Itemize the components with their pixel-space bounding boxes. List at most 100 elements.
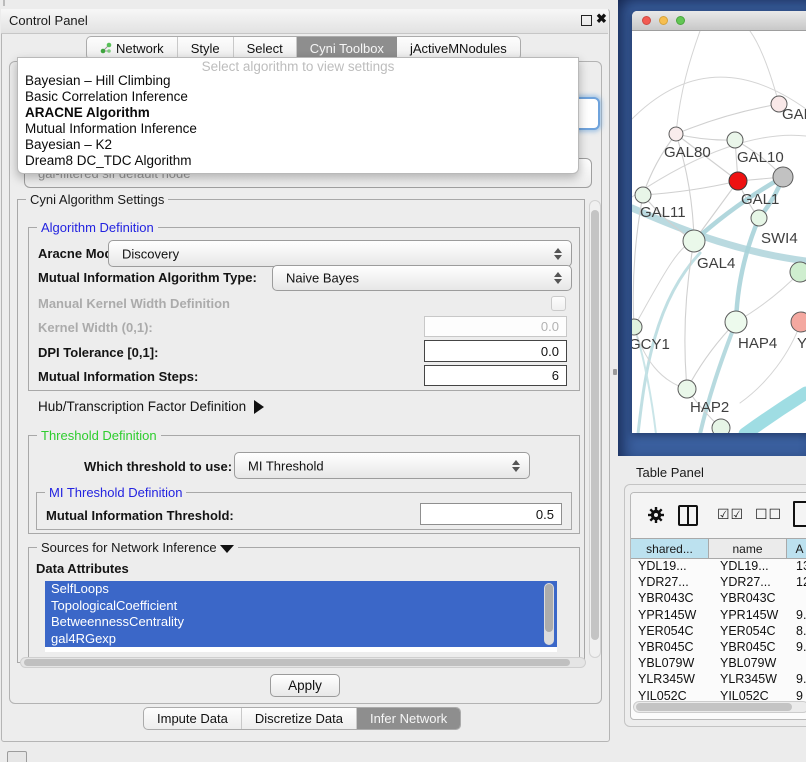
table-row[interactable]: YDR27...YDR27...12 — [631, 574, 806, 590]
export-table-icon[interactable] — [793, 501, 806, 527]
network-edge — [676, 134, 735, 140]
threshold-definition-title: Threshold Definition — [37, 428, 161, 443]
attribute-item-betweennesscentrality[interactable]: BetweennessCentrality — [45, 614, 557, 631]
algorithm-option-basic-correlation-inference[interactable]: Basic Correlation Inference — [18, 89, 578, 105]
attribute-item-topologicalcoefficient[interactable]: TopologicalCoefficient — [45, 598, 557, 615]
table-row[interactable]: YER054CYER054C8. — [631, 623, 806, 639]
tab-infer-network[interactable]: Infer Network — [357, 708, 460, 729]
docked-panel-icon[interactable] — [7, 751, 27, 762]
table-row[interactable]: YBR045CYBR045C9. — [631, 639, 806, 655]
tab-select[interactable]: Select — [234, 37, 297, 59]
table-cell: YDL19... — [631, 559, 709, 573]
table-horizontal-scrollbar[interactable] — [633, 701, 806, 713]
attribute-list-scrollbar[interactable] — [544, 583, 554, 645]
network-node-gcy1[interactable] — [632, 319, 642, 335]
data-attributes-list[interactable]: SelfLoopsTopologicalCoefficientBetweenne… — [45, 581, 557, 652]
table-row[interactable]: YLR345WYLR345W9. — [631, 671, 806, 687]
network-node-gal11[interactable] — [635, 187, 651, 203]
settings-vertical-scrollbar[interactable] — [589, 200, 601, 658]
tab-jactivemnodules[interactable]: jActiveMNodules — [397, 37, 520, 59]
network-edge — [736, 218, 759, 322]
table-header-row: shared...nameA — [631, 538, 806, 559]
network-node-hap4[interactable] — [725, 311, 747, 333]
algorithm-option-bayesian-hill-climbing[interactable]: Bayesian – Hill Climbing — [18, 73, 578, 89]
node-label-gal10: GAL10 — [737, 149, 784, 166]
column-header-shared[interactable]: shared... — [631, 539, 709, 558]
which-threshold-combo[interactable]: MI Threshold — [234, 452, 530, 479]
node-label-gal11: GAL11 — [640, 204, 686, 221]
tab-discretize-data[interactable]: Discretize Data — [242, 708, 357, 729]
kernel-width-field[interactable]: 0.0 — [424, 316, 567, 337]
network-node-hap2[interactable] — [678, 380, 696, 398]
combo-spinner-icon — [554, 248, 562, 260]
attribute-item-gal4rgexp[interactable]: gal4RGexp — [45, 631, 557, 648]
apply-button[interactable]: Apply — [270, 674, 340, 697]
top-left-mark — [3, 0, 5, 6]
node-label-gal: GAL — [782, 106, 806, 123]
hub-definition-toggle[interactable]: Hub/Transcription Factor Definition — [38, 399, 264, 414]
network-node-y[interactable] — [791, 312, 806, 332]
table-row[interactable]: YDL19...YDL19...13 — [631, 558, 806, 574]
network-node[interactable] — [790, 262, 806, 282]
tab-style[interactable]: Style — [178, 37, 234, 59]
table-cell: 9. — [787, 640, 806, 654]
mi-type-combo[interactable]: Naive Bayes — [272, 265, 572, 291]
network-node-gal10[interactable] — [727, 132, 743, 148]
gear-icon[interactable] — [647, 506, 665, 524]
sources-group-title[interactable]: Sources for Network Inference — [37, 540, 238, 555]
close-icon[interactable]: ✖ — [596, 11, 607, 27]
float-window-icon[interactable] — [581, 15, 592, 26]
network-edge — [700, 322, 736, 433]
table-row[interactable]: YPR145WYPR145W9. — [631, 607, 806, 623]
table-cell: YER054C — [709, 624, 787, 638]
network-node-gal80[interactable] — [669, 127, 683, 141]
network-node-gal4[interactable] — [683, 230, 705, 252]
table-row[interactable]: YBL079WYBL079W — [631, 655, 806, 671]
expand-right-icon[interactable] — [254, 400, 264, 414]
table-cell: YLR345W — [709, 672, 787, 686]
screen: Control Panel ✖ NetworkStyleSelectCyni T… — [0, 0, 806, 762]
aracne-mode-combo[interactable]: Discovery — [108, 240, 572, 267]
table-cell: 9. — [787, 608, 806, 622]
network-window-titlebar[interactable] — [632, 11, 806, 31]
hide-columns-icon[interactable]: ☐☐ — [755, 507, 782, 523]
table-row[interactable]: YBR043CYBR043C — [631, 590, 806, 606]
table-cell: YDR27... — [709, 575, 787, 589]
mi-threshold-label: Mutual Information Threshold: — [46, 508, 234, 523]
algorithm-option-mutual-information-inference[interactable]: Mutual Information Inference — [18, 121, 578, 137]
data-attributes-label: Data Attributes — [36, 561, 129, 576]
manual-kernel-checkbox[interactable] — [551, 296, 566, 311]
algorithm-option-aracne-algorithm[interactable]: ARACNE Algorithm — [18, 105, 578, 121]
zoom-traffic-light[interactable] — [676, 16, 685, 25]
network-node-gal1[interactable] — [729, 172, 747, 190]
tab-cyni-toolbox[interactable]: Cyni Toolbox — [297, 37, 397, 59]
column-header-a[interactable]: A — [787, 539, 806, 558]
attribute-item-selfloops[interactable]: SelfLoops — [45, 581, 557, 598]
tab-impute-data[interactable]: Impute Data — [144, 708, 242, 729]
dpi-tolerance-field[interactable]: 0.0 — [424, 340, 567, 362]
tab-network[interactable]: Network — [87, 37, 178, 59]
tab-label: Impute Data — [157, 711, 228, 726]
mi-steps-field[interactable]: 6 — [424, 365, 567, 386]
network-canvas[interactable]: GALGAL80GAL10GAL1GAL11SWI4GAL4GCY1HAP4YH… — [632, 31, 806, 433]
collapse-down-icon[interactable] — [220, 545, 234, 553]
table-cell: YBL079W — [631, 656, 709, 670]
which-threshold-label: Which threshold to use: — [84, 459, 232, 474]
node-label-gal1: GAL1 — [741, 191, 779, 208]
split-columns-icon[interactable] — [678, 505, 698, 526]
minimize-traffic-light[interactable] — [659, 16, 668, 25]
algorithm-option-bayesian-k2[interactable]: Bayesian – K2 — [18, 137, 578, 153]
table-cell: YER054C — [631, 624, 709, 638]
manual-kernel-label: Manual Kernel Width Definition — [38, 296, 230, 311]
column-header-name[interactable]: name — [709, 539, 787, 558]
network-node[interactable] — [712, 419, 730, 433]
network-node[interactable] — [773, 167, 793, 187]
panel-splitter-handle[interactable] — [613, 369, 617, 375]
close-traffic-light[interactable] — [642, 16, 651, 25]
network-node-swi4[interactable] — [751, 210, 767, 226]
show-columns-icon[interactable]: ☑☑ — [717, 507, 744, 523]
settings-horizontal-scrollbar[interactable] — [20, 657, 586, 668]
mi-threshold-field[interactable]: 0.5 — [420, 503, 562, 525]
algorithm-option-dream8-dc-tdc-algorithm[interactable]: Dream8 DC_TDC Algorithm — [18, 153, 578, 169]
tab-label: Infer Network — [370, 711, 447, 726]
